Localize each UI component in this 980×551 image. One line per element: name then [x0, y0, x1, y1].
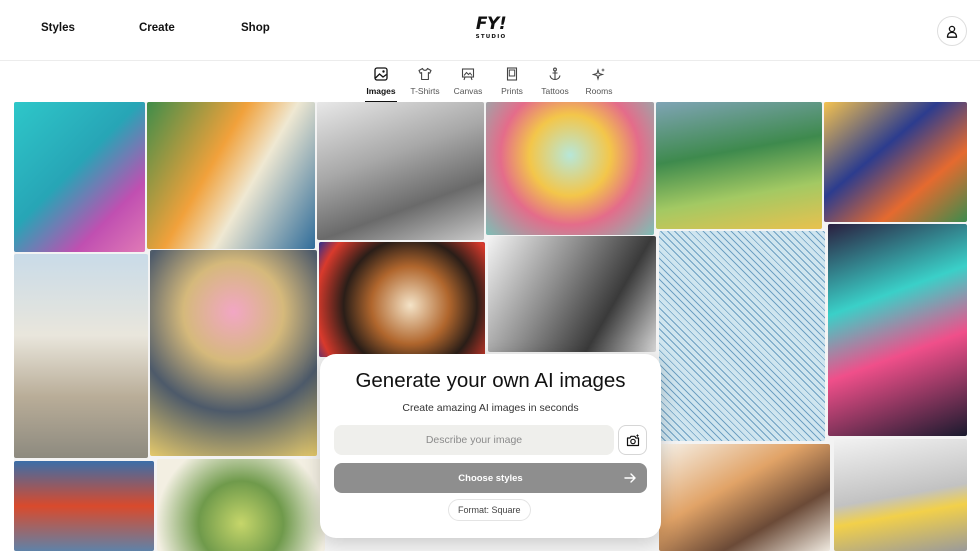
print-icon [506, 67, 518, 81]
tshirt-icon [418, 67, 432, 81]
gallery-image [488, 236, 656, 352]
nav-create-link[interactable]: Create [139, 22, 175, 34]
fy-studio-logo[interactable]: FY! STUDIO [471, 16, 511, 44]
gallery-image [147, 102, 315, 249]
describe-image-input[interactable] [334, 425, 614, 455]
gallery-image [157, 459, 325, 551]
gallery-image [317, 102, 484, 240]
tab-canvas[interactable]: Canvas [448, 67, 488, 96]
gallery-image [14, 254, 148, 458]
tab-images-label: Images [366, 86, 396, 96]
gallery-image [656, 102, 822, 229]
arrow-right-icon [624, 473, 636, 483]
tab-prints-label: Prints [501, 86, 523, 96]
tab-prints[interactable]: Prints [492, 67, 532, 96]
logo-mark: FY! [475, 14, 507, 34]
gallery-image [659, 444, 830, 551]
tab-rooms[interactable]: Rooms [579, 67, 619, 96]
choose-styles-button[interactable]: Choose styles [334, 463, 647, 493]
gallery-image [14, 461, 154, 551]
camera-icon [626, 434, 639, 446]
sparkle-icon [592, 68, 605, 81]
tab-images[interactable]: Images [361, 67, 401, 103]
choose-styles-label: Choose styles [458, 472, 523, 484]
tab-tshirts[interactable]: T-Shirts [405, 67, 445, 96]
top-navigation-bar: Styles Create Shop FY! STUDIO [0, 0, 980, 61]
generator-subtitle: Create amazing AI images in seconds [402, 402, 579, 414]
gallery-image [659, 231, 825, 441]
image-generator-card: Generate your own AI images Create amazi… [320, 354, 661, 538]
format-selector[interactable]: Format: Square [448, 499, 531, 521]
tab-rooms-label: Rooms [585, 86, 613, 96]
gallery-image [319, 242, 485, 357]
tab-tshirts-label: T-Shirts [410, 86, 440, 96]
image-icon [374, 67, 388, 81]
logo-subtitle: STUDIO [475, 34, 507, 40]
gallery-image [150, 250, 317, 456]
anchor-icon [549, 67, 561, 81]
nav-styles-link[interactable]: Styles [41, 22, 75, 34]
tab-canvas-label: Canvas [453, 86, 483, 96]
tab-tattoos[interactable]: Tattoos [535, 67, 575, 96]
account-button[interactable] [937, 16, 967, 46]
gallery-image [14, 102, 145, 252]
gallery-image [828, 224, 967, 436]
user-icon [946, 25, 958, 38]
canvas-icon [461, 68, 475, 81]
tab-tattoos-label: Tattoos [541, 86, 569, 96]
category-tabs: Images T-Shirts Canvas Prints Tattoos Ro… [0, 62, 980, 103]
upload-photo-button[interactable] [618, 425, 647, 455]
gallery-image [834, 439, 967, 551]
generator-title: Generate your own AI images [355, 369, 626, 392]
nav-shop-link[interactable]: Shop [241, 22, 270, 34]
gallery-image [486, 102, 654, 235]
gallery-image [824, 102, 967, 222]
